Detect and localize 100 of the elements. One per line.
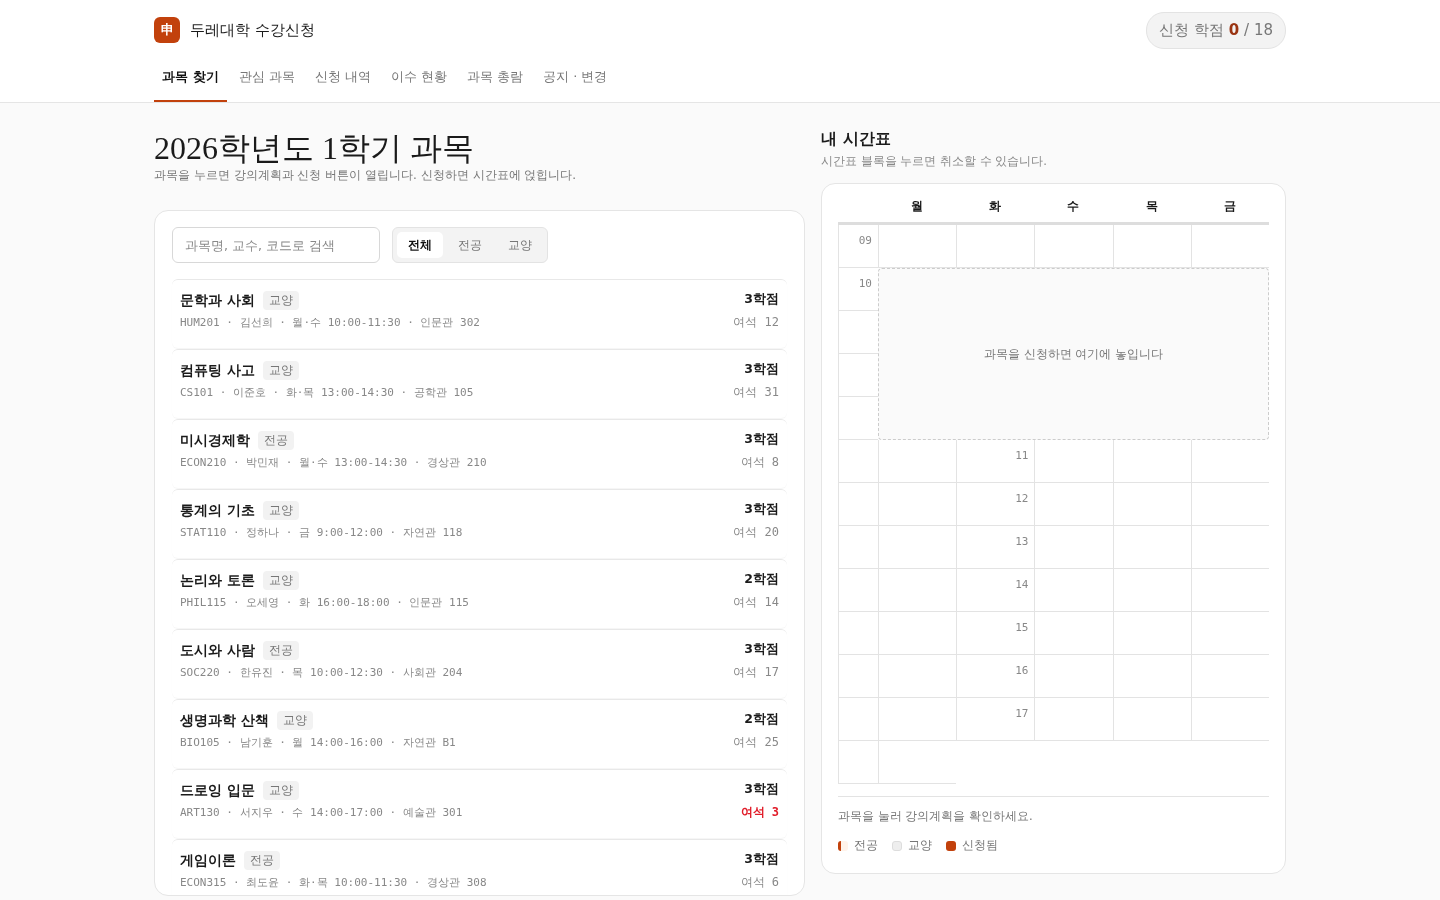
course-row[interactable]: 도시와 사람 전공 SOC220 · 한유진 · 목 10:00-12:30 · 사회관 204 3학점 여석 17 [172, 629, 787, 698]
timetable-cell[interactable] [1112, 569, 1191, 612]
course-name: 게임이론 [180, 851, 236, 870]
timetable-cell[interactable] [878, 741, 957, 784]
logo-icon: 申 [154, 17, 180, 43]
nav-tab[interactable]: 신청 내역 [306, 60, 379, 102]
course-meta: PHIL115 · 오세영 · 화 16:00-18:00 · 인문관 115 [180, 595, 469, 610]
course-meta: HUM201 · 김선희 · 월·수 10:00-11:30 · 인문관 302 [180, 315, 480, 330]
section-title: 내 시간표 [821, 129, 892, 150]
timetable-cell[interactable] [838, 526, 878, 569]
timetable-cell[interactable] [1034, 698, 1113, 741]
timetable-cell[interactable] [838, 741, 878, 784]
course-row[interactable]: 게임이론 전공 ECON315 · 최도윤 · 화·목 10:00-11:30 · 경상관 308 3학점 여석 6 [172, 839, 787, 895]
timetable-cell[interactable] [878, 440, 957, 483]
nav-tab[interactable]: 공지 · 변경 [535, 60, 616, 102]
timetable-cell[interactable] [1034, 569, 1113, 612]
hour-label: 14 [1015, 578, 1029, 591]
course-name: 미시경제학 [180, 431, 250, 450]
timetable-cell[interactable] [1034, 440, 1113, 483]
timetable-cell[interactable] [878, 655, 957, 698]
hour-label: 17 [1015, 707, 1029, 720]
filter-tab[interactable]: 교양 [497, 232, 543, 258]
hour-label: 16 [1015, 664, 1029, 677]
timetable-cell[interactable] [1190, 655, 1269, 698]
course-row[interactable]: 컴퓨팅 사고 교양 CS101 · 이준호 · 화·목 13:00-14:30 · 공학관 105 3학점 여석 31 [172, 349, 787, 418]
course-meta: STAT110 · 정하나 · 금 9:00-12:00 · 자연관 118 [180, 525, 463, 540]
timetable-cell[interactable] [838, 655, 878, 698]
category-tag: 교양 [262, 361, 299, 380]
day-header: 화 [988, 198, 1003, 215]
timetable-cell[interactable] [956, 225, 1035, 268]
timetable-cell[interactable] [838, 612, 878, 655]
seats-left: 여석 17 [733, 664, 779, 681]
hour-label: 10 [858, 277, 872, 290]
seats-left: 여석 3 [740, 804, 779, 821]
filter-tab[interactable]: 전체 [397, 232, 443, 258]
search-field[interactable]: 과목명, 교수, 코드로 검색 [172, 227, 380, 263]
course-row[interactable]: 미시경제학 전공 ECON210 · 박민재 · 월·수 13:00-14:30 · 경상관 210 3학점 여석 8 [172, 419, 787, 488]
credit-total: / 18 [1244, 20, 1273, 39]
timetable-cell[interactable] [1034, 526, 1113, 569]
course-row[interactable]: 문학과 사회 교양 HUM201 · 김선희 · 월·수 10:00-11:30 · 인문관 302 3학점 여석 12 [172, 279, 787, 348]
timetable-cell[interactable] [1112, 526, 1191, 569]
timetable-cell[interactable] [1112, 440, 1191, 483]
timetable-cell[interactable] [838, 698, 878, 741]
timetable-cell[interactable] [1190, 526, 1269, 569]
timetable-cell[interactable] [1112, 225, 1191, 268]
nav-tab[interactable]: 이수 현황 [382, 60, 455, 102]
timetable-cell[interactable] [1034, 655, 1113, 698]
timetable-cell[interactable] [1112, 655, 1191, 698]
timetable-cell[interactable] [878, 698, 957, 741]
seats-left: 여석 25 [733, 734, 779, 751]
category-tag: 전공 [244, 851, 280, 870]
legend-swatch [892, 840, 902, 851]
timetable-cell[interactable] [1190, 612, 1269, 655]
timetable-cell[interactable] [1112, 483, 1191, 526]
timetable-cell[interactable] [1190, 440, 1269, 483]
seats-left: 여석 20 [733, 524, 779, 541]
course-meta: BIO105 · 남기훈 · 월 14:00-16:00 · 자연관 B1 [180, 735, 456, 750]
credit-label: 신청 학점 [1158, 20, 1224, 40]
timetable-cell[interactable] [1190, 225, 1269, 268]
course-row[interactable]: 통계의 기초 교양 STAT110 · 정하나 · 금 9:00-12:00 · 자연관 118 3학점 여석 20 [172, 489, 787, 558]
category-tag: 교양 [276, 711, 313, 730]
timetable-cell[interactable] [838, 354, 878, 397]
timetable-cell[interactable] [1034, 612, 1113, 655]
timetable-cell[interactable] [1112, 698, 1191, 741]
timetable-cell[interactable] [1190, 569, 1269, 612]
day-header: 수 [1066, 198, 1081, 215]
hour-label: 13 [1015, 535, 1029, 548]
timetable-cell[interactable] [838, 397, 878, 440]
course-row[interactable]: 드로잉 입문 교양 ART130 · 서지우 · 수 14:00-17:00 · 예술관 301 3학점 여석 3 [172, 769, 787, 838]
filter-tab[interactable]: 전공 [447, 232, 493, 258]
timetable-cell[interactable] [878, 569, 957, 612]
course-credits: 3학점 [743, 641, 779, 658]
timetable-cell[interactable] [878, 612, 957, 655]
timetable-cell[interactable] [878, 526, 957, 569]
legend-swatch [838, 840, 848, 851]
nav-tab[interactable]: 과목 총람 [458, 60, 532, 102]
timetable-cell[interactable] [878, 483, 957, 526]
category-tag: 교양 [262, 501, 299, 520]
hour-label: 15 [1015, 621, 1029, 634]
course-row[interactable]: 생명과학 산책 교양 BIO105 · 남기훈 · 월 14:00-16:00 · 자연관 B1 2학점 여석 25 [172, 699, 787, 768]
course-credits: 3학점 [743, 781, 779, 798]
timetable-cell[interactable] [838, 440, 878, 483]
course-name: 컴퓨팅 사고 [180, 361, 255, 380]
timetable-cell[interactable] [838, 311, 878, 354]
timetable-cell[interactable] [1034, 483, 1113, 526]
nav-tab[interactable]: 관심 과목 [230, 60, 303, 102]
timetable-cell[interactable] [838, 569, 878, 612]
timetable-cell[interactable] [1112, 612, 1191, 655]
seats-left: 여석 6 [740, 874, 779, 891]
timetable-cell[interactable] [878, 225, 957, 268]
timetable-cell[interactable] [838, 483, 878, 526]
timetable-cell[interactable] [1034, 225, 1113, 268]
hour-label: 09 [858, 234, 872, 247]
legend-label: 전공 [854, 838, 878, 853]
timetable-cell[interactable] [1190, 698, 1269, 741]
category-tag: 교양 [262, 781, 299, 800]
nav-tab[interactable]: 과목 찾기 [154, 60, 227, 102]
course-meta: ECON210 · 박민재 · 월·수 13:00-14:30 · 경상관 210 [180, 455, 487, 470]
timetable-cell[interactable] [1190, 483, 1269, 526]
course-row[interactable]: 논리와 토론 교양 PHIL115 · 오세영 · 화 16:00-18:00 · 인문관 115 2학점 여석 14 [172, 559, 787, 628]
